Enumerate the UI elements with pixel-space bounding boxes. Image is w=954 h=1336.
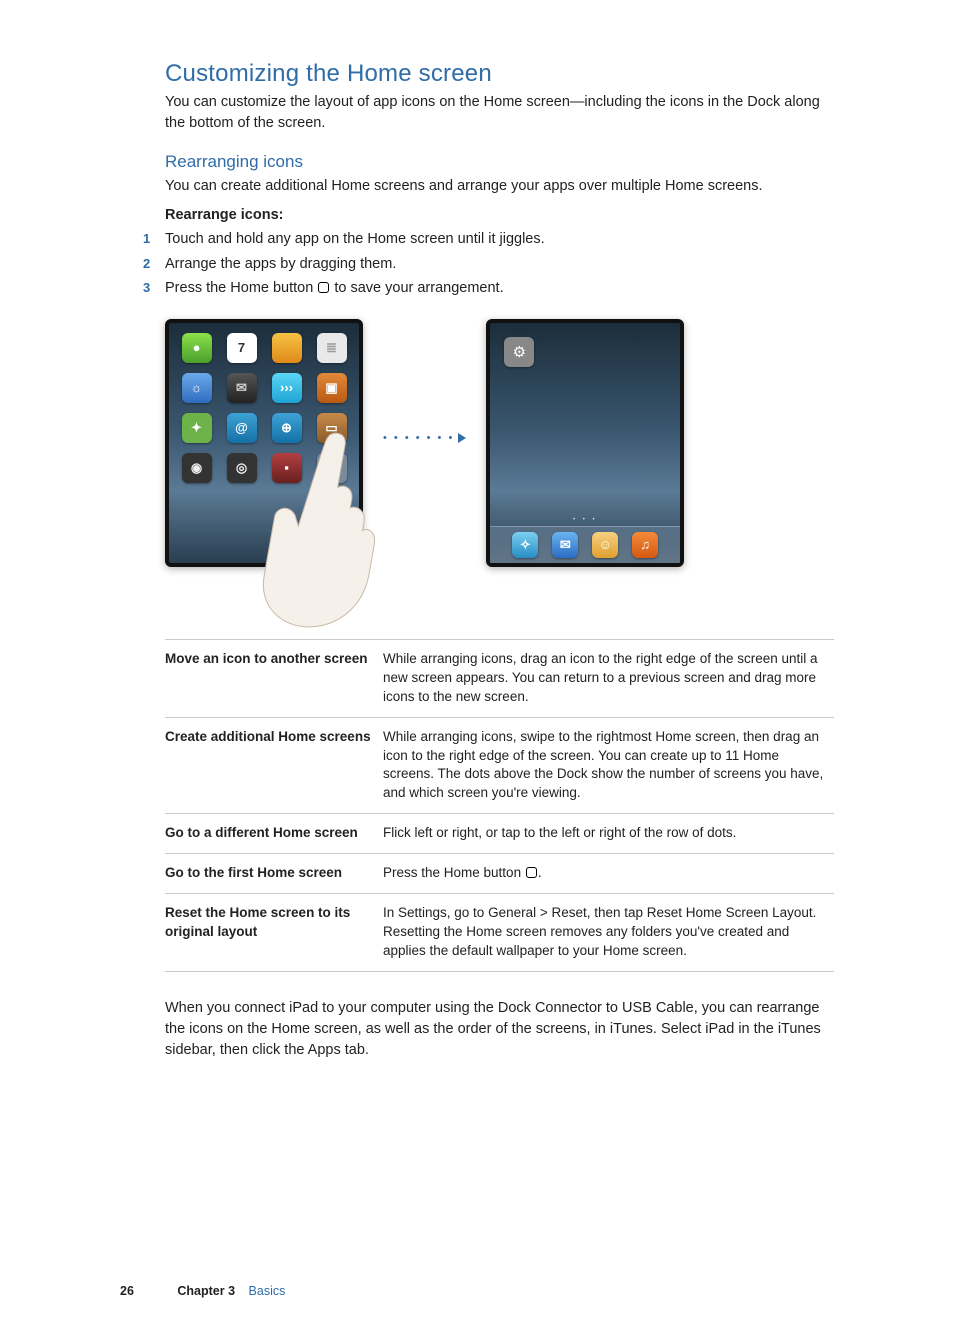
page-footer: 26 Chapter 3 Basics (120, 1284, 834, 1298)
table-row: Go to the first Home screen Press the Ho… (165, 854, 834, 894)
table-val: While arranging icons, drag an icon to t… (383, 639, 834, 717)
app-icon: 7 (227, 333, 257, 363)
hand-icon (201, 399, 416, 647)
closing-paragraph: When you connect iPad to your computer u… (165, 998, 834, 1061)
page-dots-icon: • • • (490, 517, 680, 523)
table-key: Move an icon to another screen (165, 639, 383, 717)
app-icon: ››› (272, 373, 302, 403)
table-val: Press the Home button . (383, 854, 834, 894)
subsection-heading: Rearranging icons (165, 152, 834, 172)
step-item: Press the Home button to save your arran… (143, 276, 834, 301)
dock-app-icon: ☺ (592, 532, 618, 558)
chapter-name: Basics (249, 1284, 286, 1298)
app-icon: ✦ (182, 413, 212, 443)
home-button-icon (526, 867, 537, 878)
dock-app-icon: ✉ (552, 532, 578, 558)
steps-title: Rearrange icons: (165, 207, 834, 223)
dock-app-icon: ♫ (632, 532, 658, 558)
chapter-label: Chapter 3 (177, 1284, 235, 1298)
section-intro: You can customize the layout of app icon… (165, 92, 834, 134)
table-row: Create additional Home screens While arr… (165, 717, 834, 814)
subsection-intro: You can create additional Home screens a… (165, 176, 834, 197)
app-icon: ▣ (317, 373, 347, 403)
app-icon: ≣ (317, 333, 347, 363)
table-val: In Settings, go to General > Reset, then… (383, 893, 834, 971)
step-item: Arrange the apps by dragging them. (143, 252, 834, 277)
ipad-screen-left: ●7≣☼✉›››▣✦@⊕▭◉◎▪ (165, 319, 363, 567)
dock-app-icon: ✧ (512, 532, 538, 558)
ipad-screen-right: ⚙ • • • ✧ ✉ ☺ ♫ (486, 319, 684, 567)
app-icon (272, 333, 302, 363)
table-row: Move an icon to another screen While arr… (165, 639, 834, 717)
settings-app-icon: ⚙ (504, 337, 534, 367)
figure-ipad-screens: ●7≣☼✉›››▣✦@⊕▭◉◎▪ • • • • • • • ⚙ • • • ✧… (165, 319, 834, 617)
table-key: Create additional Home screens (165, 717, 383, 814)
page-number: 26 (120, 1284, 134, 1298)
table-key: Go to a different Home screen (165, 814, 383, 854)
app-icon: ☼ (182, 373, 212, 403)
table-row: Reset the Home screen to its original la… (165, 893, 834, 971)
home-button-icon (318, 282, 329, 293)
table-val: While arranging icons, swipe to the righ… (383, 717, 834, 814)
table-row: Go to a different Home screen Flick left… (165, 814, 834, 854)
table-key: Go to the first Home screen (165, 854, 383, 894)
section-heading: Customizing the Home screen (165, 60, 834, 88)
info-table: Move an icon to another screen While arr… (165, 639, 834, 972)
step-item: Touch and hold any app on the Home scree… (143, 227, 834, 252)
app-icon: ● (182, 333, 212, 363)
table-key: Reset the Home screen to its original la… (165, 893, 383, 971)
table-val: Flick left or right, or tap to the left … (383, 814, 834, 854)
app-icon: ◉ (182, 453, 212, 483)
dock: ✧ ✉ ☺ ♫ (490, 526, 680, 563)
steps-list: Touch and hold any app on the Home scree… (165, 227, 834, 301)
